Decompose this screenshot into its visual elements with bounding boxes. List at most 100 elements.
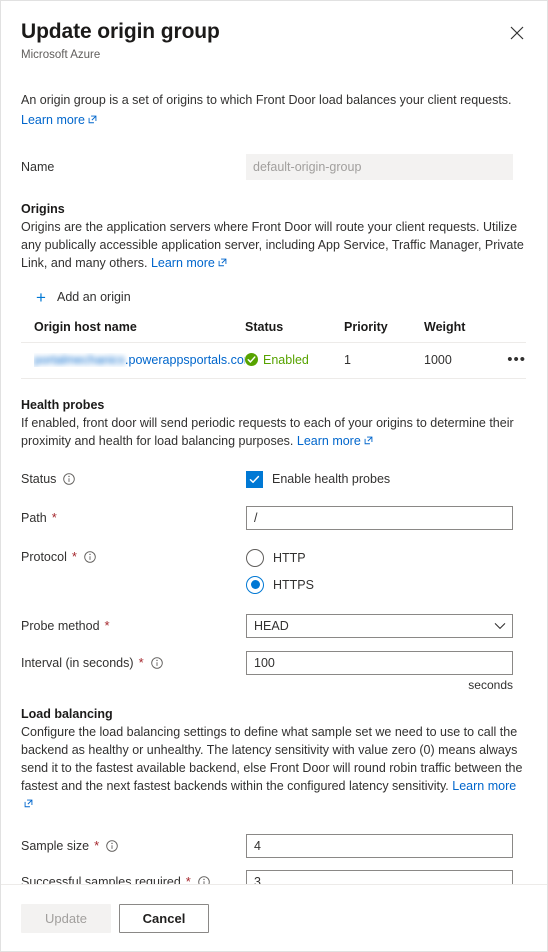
intro-text: An origin group is a set of origins to w… (21, 91, 527, 129)
external-link-icon (88, 115, 97, 124)
interval-input[interactable] (246, 650, 513, 675)
protocol-option-http-label: HTTP (273, 550, 306, 565)
name-label-text: Name (21, 160, 55, 174)
origins-learn-more-link[interactable]: Learn more (151, 256, 215, 270)
status-badge: Enabled (263, 352, 309, 367)
page-subtitle: Microsoft Azure (21, 49, 101, 61)
info-icon[interactable] (84, 550, 96, 563)
load-balancing-description: Configure the load balancing settings to… (21, 723, 527, 813)
add-an-origin-button[interactable]: + Add an origin (34, 288, 131, 306)
probe-method-label-text: Probe method (21, 618, 100, 633)
required-asterisk: * (94, 838, 100, 853)
add-an-origin-label: Add an origin (57, 290, 131, 304)
required-asterisk: * (104, 618, 110, 633)
load-balancing-heading: Load balancing (21, 706, 113, 721)
health-probes-heading: Health probes (21, 397, 105, 412)
status-label: Status (21, 472, 246, 486)
column-header-priority: Priority (344, 319, 424, 343)
interval-label-text: Interval (in seconds) (21, 655, 134, 670)
interval-label: Interval (in seconds) * (21, 656, 246, 670)
column-header-weight: Weight (424, 319, 484, 343)
protocol-label: Protocol * (21, 549, 246, 564)
interval-unit-label: seconds (468, 677, 513, 692)
column-header-origin-host-name: Origin host name (21, 319, 245, 343)
origins-section: Origins Origins are the application serv… (21, 200, 527, 379)
sample-size-input[interactable] (246, 833, 513, 858)
probe-method-row: Probe method * (21, 613, 527, 638)
column-header-actions (484, 319, 526, 343)
cancel-button[interactable]: Cancel (119, 903, 209, 933)
table-row[interactable]: portalmechanics .powerappsportals.com Ena… (21, 342, 526, 379)
origin-host-redacted: portalmechanics (34, 352, 126, 367)
origin-host-suffix: .powerappsportals.com (125, 352, 245, 367)
page-title: Update origin group (21, 20, 220, 43)
checkbox-checked-icon (246, 470, 263, 488)
health-probes-learn-more-link[interactable]: Learn more (297, 434, 361, 448)
origin-status-cell: Enabled (245, 342, 344, 379)
protocol-radio-group: HTTP HTTPS (246, 548, 314, 594)
path-label: Path * (21, 511, 246, 525)
origins-table: Origin host name Status Priority Weight … (21, 319, 526, 379)
panel-header: Update origin group Microsoft Azure (1, 1, 547, 63)
external-link-icon (24, 799, 33, 808)
path-row: Path * (21, 505, 527, 530)
radio-selected-icon (246, 575, 264, 594)
protocol-row: Protocol * HTTP HTTPS (21, 548, 527, 594)
health-probes-description-text: If enabled, front door will send periodi… (21, 415, 514, 448)
info-icon[interactable] (150, 656, 163, 669)
origins-description-text: Origins are the application servers wher… (21, 220, 524, 270)
panel-footer: Update Cancel (1, 884, 547, 951)
origin-host-link[interactable]: portalmechanics .powerappsportals.com (34, 353, 245, 367)
origin-weight-cell: 1000 (424, 342, 484, 379)
origins-table-header-row: Origin host name Status Priority Weight (21, 319, 526, 343)
protocol-label-text: Protocol (21, 549, 67, 564)
origins-heading: Origins (21, 202, 65, 216)
required-asterisk: * (138, 655, 144, 670)
column-header-status: Status (245, 319, 344, 343)
enable-health-probes-checkbox[interactable]: Enable health probes (246, 470, 391, 488)
status-label-text: Status (21, 472, 57, 486)
probe-method-label: Probe method * (21, 619, 246, 633)
load-balancing-learn-more-link[interactable]: Learn more (452, 779, 516, 793)
panel-body: An origin group is a set of origins to w… (1, 91, 547, 947)
probe-method-dropdown[interactable] (246, 613, 513, 638)
path-input[interactable] (246, 505, 513, 530)
external-link-icon (218, 258, 227, 267)
info-icon[interactable] (63, 473, 76, 485)
name-row: Name (21, 154, 527, 180)
origin-host-name-cell: portalmechanics .powerappsportals.com (21, 342, 245, 379)
health-probes-description: If enabled, front door will send periodi… (21, 414, 527, 450)
health-probes-section: Health probes If enabled, front door wil… (21, 396, 527, 692)
info-icon[interactable] (106, 839, 118, 852)
path-label-text: Path (21, 510, 47, 525)
intro-description: An origin group is a set of origins to w… (21, 93, 512, 107)
plus-icon: + (36, 287, 46, 307)
close-icon (510, 26, 524, 40)
update-origin-group-panel: Update origin group Microsoft Azure An o… (0, 0, 548, 952)
protocol-option-http[interactable]: HTTP (246, 548, 314, 567)
required-asterisk: * (71, 549, 77, 564)
required-asterisk: * (51, 510, 57, 525)
sample-size-label-text: Sample size (21, 838, 90, 853)
origin-actions-cell: ••• (484, 342, 526, 379)
radio-unselected-icon (246, 548, 264, 567)
more-options-icon[interactable]: ••• (507, 352, 526, 367)
name-label: Name (21, 160, 246, 174)
name-input[interactable] (246, 154, 513, 180)
origins-description: Origins are the application servers wher… (21, 218, 527, 272)
intro-learn-more-link[interactable]: Learn more (21, 113, 85, 127)
load-balancing-description-text: Configure the load balancing settings to… (21, 724, 523, 793)
protocol-option-https-label: HTTPS (273, 577, 314, 592)
enable-health-probes-label: Enable health probes (272, 472, 391, 486)
protocol-option-https[interactable]: HTTPS (246, 575, 314, 594)
sample-size-row: Sample size * (21, 833, 527, 858)
interval-row: Interval (in seconds) * (21, 650, 527, 675)
probe-method-value[interactable] (246, 613, 513, 638)
sample-size-label: Sample size * (21, 839, 246, 853)
update-button[interactable]: Update (21, 903, 111, 933)
status-row: Status Enable health probes (21, 470, 527, 488)
close-button[interactable] (503, 19, 531, 47)
external-link-icon (364, 436, 373, 445)
check-circle-icon (245, 353, 258, 366)
origin-priority-cell: 1 (344, 342, 424, 379)
